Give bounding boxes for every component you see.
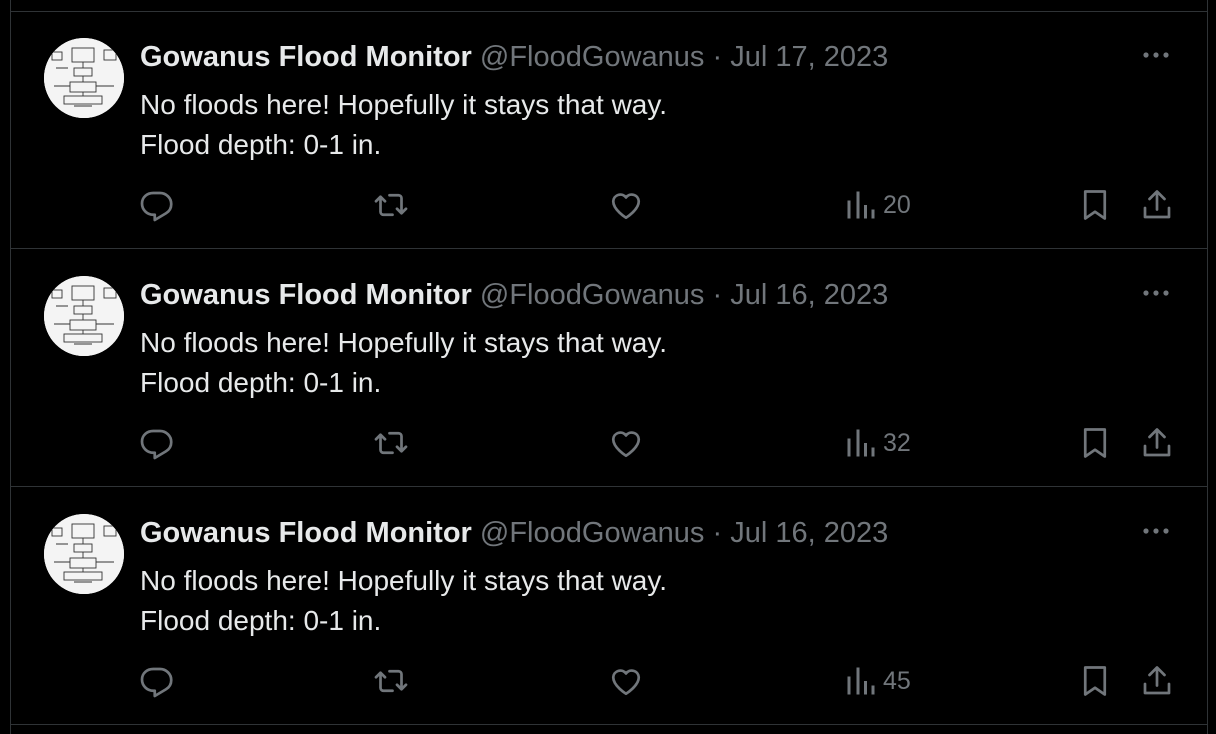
tweet-date[interactable]: Jul 16, 2023 <box>730 517 888 549</box>
tweet-text: No floods here! Hopefully it stays that … <box>140 323 667 403</box>
avatar[interactable] <box>44 38 124 118</box>
views-count: 45 <box>883 666 911 695</box>
tweet-text-line: No floods here! Hopefully it stays that … <box>140 327 668 358</box>
retweet-button[interactable] <box>373 663 409 699</box>
reply-button[interactable] <box>139 425 175 461</box>
reply-button[interactable] <box>139 187 175 223</box>
share-button[interactable] <box>1139 425 1175 461</box>
separator-dot: · <box>712 517 723 549</box>
tweet-text-line: Flood depth: 0-1 in. <box>140 367 382 398</box>
tweet-actions: 20 <box>11 187 1207 223</box>
more-icon[interactable] <box>1141 286 1171 300</box>
like-icon <box>611 431 641 458</box>
tweet-text-line: No floods here! Hopefully it stays that … <box>140 89 668 120</box>
like-button[interactable] <box>608 425 644 461</box>
reply-button[interactable] <box>139 663 175 699</box>
author-name[interactable]: Gowanus Flood Monitor <box>140 517 472 549</box>
bookmark-icon <box>1083 428 1107 458</box>
share-icon <box>1143 428 1171 457</box>
tweet-header: Gowanus Flood Monitor @FloodGowanus · Ju… <box>140 278 888 312</box>
views-icon <box>847 667 875 695</box>
tweet-text-line: Flood depth: 0-1 in. <box>140 605 382 636</box>
tweet-date[interactable]: Jul 17, 2023 <box>730 41 888 73</box>
tweet-header: Gowanus Flood Monitor @FloodGowanus · Ju… <box>140 516 888 550</box>
retweet-icon <box>374 193 408 217</box>
timeline-feed: Gowanus Flood Monitor @FloodGowanus · Ju… <box>10 0 1208 734</box>
retweet-icon <box>374 431 408 455</box>
separator-dot: · <box>712 279 723 311</box>
tweet[interactable]: Gowanus Flood Monitor @FloodGowanus · Ju… <box>11 488 1207 725</box>
bookmark-icon <box>1083 190 1107 220</box>
tweet-text: No floods here! Hopefully it stays that … <box>140 561 667 641</box>
like-button[interactable] <box>608 663 644 699</box>
tweet-text-line: No floods here! Hopefully it stays that … <box>140 565 668 596</box>
tweet-date[interactable]: Jul 16, 2023 <box>730 279 888 311</box>
bookmark-button[interactable] <box>1077 663 1113 699</box>
views-button[interactable]: 32 <box>843 425 911 461</box>
like-icon <box>611 193 641 220</box>
like-icon <box>611 669 641 696</box>
author-name[interactable]: Gowanus Flood Monitor <box>140 41 472 73</box>
views-button[interactable]: 45 <box>843 663 911 699</box>
tweet-actions: 45 <box>11 663 1207 699</box>
avatar-diagram-image <box>44 276 124 356</box>
tweet-actions: 32 <box>11 425 1207 461</box>
reply-icon <box>140 191 173 222</box>
tweet[interactable]: Gowanus Flood Monitor @FloodGowanus · Ju… <box>11 250 1207 487</box>
views-icon <box>847 191 875 219</box>
retweet-button[interactable] <box>373 425 409 461</box>
tweet[interactable]: Gowanus Flood Monitor @FloodGowanus · Ju… <box>11 12 1207 249</box>
views-count: 20 <box>883 190 911 219</box>
share-icon <box>1143 666 1171 695</box>
reply-icon <box>140 429 173 460</box>
tweet-text-line: Flood depth: 0-1 in. <box>140 129 382 160</box>
bookmark-button[interactable] <box>1077 187 1113 223</box>
share-icon <box>1143 190 1171 219</box>
avatar-diagram-image <box>44 514 124 594</box>
share-button[interactable] <box>1139 187 1175 223</box>
avatar[interactable] <box>44 276 124 356</box>
more-icon[interactable] <box>1141 524 1171 538</box>
separator-dot: · <box>712 41 723 73</box>
author-handle[interactable]: @FloodGowanus <box>480 517 705 549</box>
bookmark-button[interactable] <box>1077 425 1113 461</box>
tweet-text: No floods here! Hopefully it stays that … <box>140 85 667 165</box>
author-handle[interactable]: @FloodGowanus <box>480 41 705 73</box>
author-handle[interactable]: @FloodGowanus <box>480 279 705 311</box>
views-count: 32 <box>883 428 911 457</box>
views-icon <box>847 429 875 457</box>
views-button[interactable]: 20 <box>843 187 911 223</box>
author-name[interactable]: Gowanus Flood Monitor <box>140 279 472 311</box>
retweet-button[interactable] <box>373 187 409 223</box>
share-button[interactable] <box>1139 663 1175 699</box>
reply-icon <box>140 667 173 698</box>
tweet-header: Gowanus Flood Monitor @FloodGowanus · Ju… <box>140 40 888 74</box>
avatar-diagram-image <box>44 38 124 118</box>
more-icon[interactable] <box>1141 48 1171 62</box>
avatar[interactable] <box>44 514 124 594</box>
bookmark-icon <box>1083 666 1107 696</box>
retweet-icon <box>374 669 408 693</box>
like-button[interactable] <box>608 187 644 223</box>
